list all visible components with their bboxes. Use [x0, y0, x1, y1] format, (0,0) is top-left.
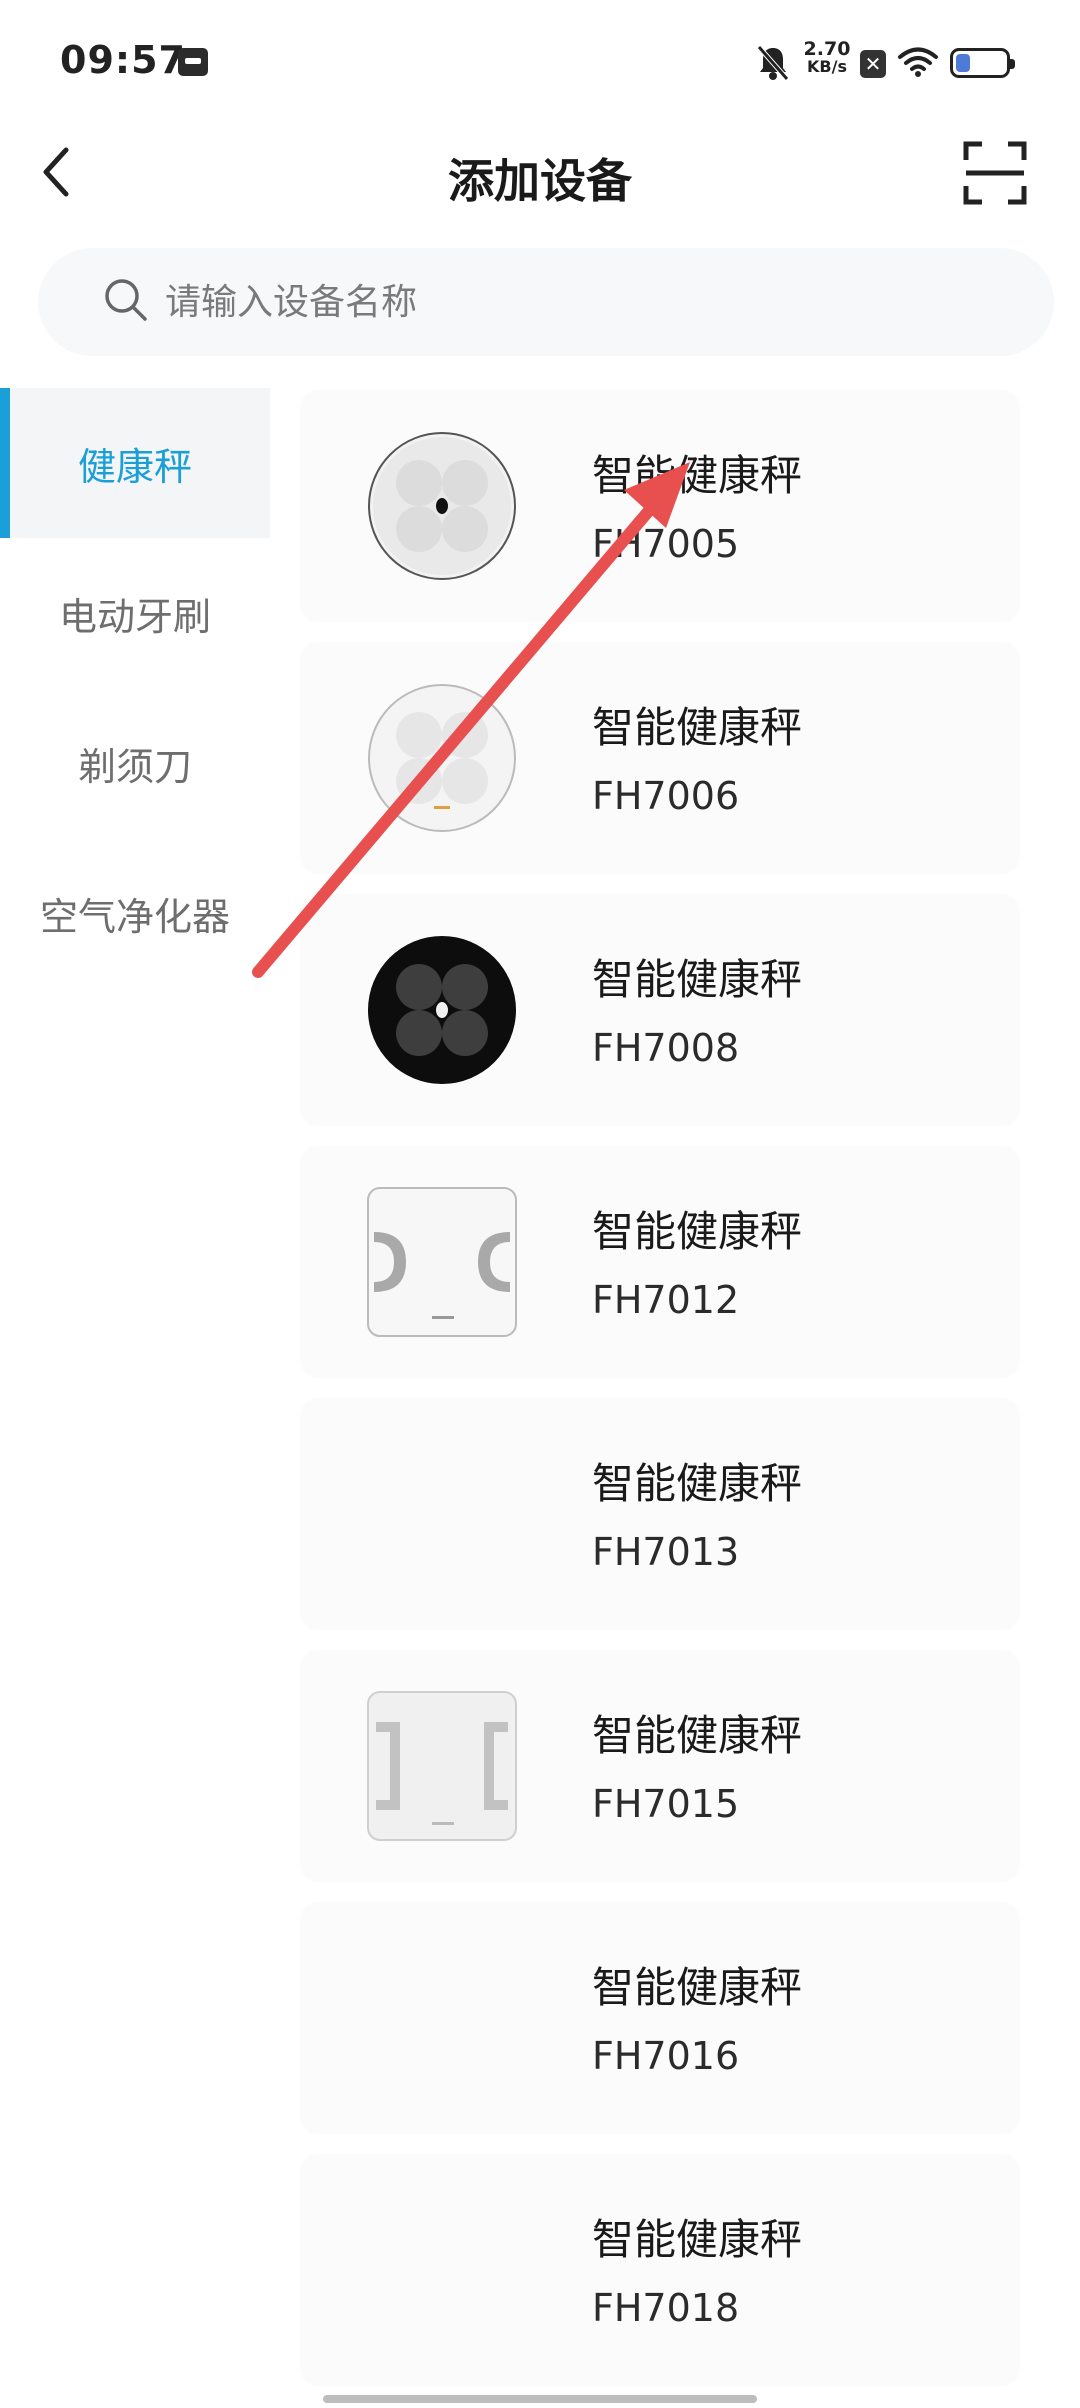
device-name: 智能健康秤	[592, 1207, 803, 1256]
category-label: 电动牙刷	[58, 594, 211, 639]
device-model: FH7005	[592, 522, 740, 566]
app-notification-icon	[178, 48, 208, 76]
device-card[interactable]: 智能健康秤 FH7012	[300, 1146, 1020, 1378]
scan-icon[interactable]	[962, 140, 1028, 206]
device-card[interactable]: 智能健康秤 FH7015	[300, 1650, 1020, 1882]
white-round-scale-image	[368, 684, 516, 832]
search-icon	[105, 279, 147, 321]
device-card[interactable]: 智能健康秤 FH7016	[300, 1902, 1020, 2134]
device-model: FH7006	[592, 774, 740, 818]
page-title: 添加设备	[448, 154, 632, 208]
net-speed: 2.70 KB/s	[802, 40, 852, 76]
white-round-scale-image	[368, 432, 516, 580]
search-input[interactable]	[163, 272, 1007, 332]
device-name: 智能健康秤	[592, 1963, 803, 2012]
black-round-scale-image	[368, 936, 516, 1084]
device-card[interactable]: 智能健康秤 FH7005	[300, 390, 1020, 622]
device-card[interactable]: 智能健康秤 FH7018	[300, 2154, 1020, 2386]
device-name: 智能健康秤	[592, 1711, 803, 1760]
device-card[interactable]: 智能健康秤 FH7013	[300, 1398, 1020, 1630]
wifi-icon	[898, 47, 938, 77]
device-name: 智能健康秤	[592, 955, 803, 1004]
home-indicator[interactable]	[323, 2395, 757, 2403]
category-sidebar: 健康秤 电动牙刷 剃须刀 空气净化器	[0, 388, 270, 988]
white-square-scale-image	[367, 1691, 517, 1841]
category-label: 健康秤	[77, 444, 192, 489]
device-card[interactable]: 智能健康秤 FH7008	[300, 894, 1020, 1126]
device-model: FH7008	[592, 1026, 740, 1070]
category-label: 剃须刀	[77, 744, 192, 789]
device-name: 智能健康秤	[592, 451, 803, 500]
status-time: 09:57	[60, 38, 186, 82]
device-name: 智能健康秤	[592, 2215, 803, 2264]
white-square-scale-image	[367, 1187, 517, 1337]
sim-disabled-icon: ✕	[860, 50, 886, 78]
net-speed-value: 2.70	[803, 38, 851, 60]
device-model: FH7013	[592, 1530, 740, 1574]
category-item-health-scale[interactable]: 健康秤	[0, 388, 270, 538]
device-model: FH7016	[592, 2034, 740, 2078]
device-card[interactable]: 智能健康秤 FH7006	[300, 642, 1020, 874]
category-label: 空气净化器	[39, 894, 230, 939]
category-item-air-purifier[interactable]: 空气净化器	[0, 838, 270, 988]
device-name: 智能健康秤	[592, 1459, 803, 1508]
status-bar: 09:57 2.70 KB/s ✕	[0, 0, 1080, 120]
search-bar[interactable]	[38, 248, 1054, 356]
device-model: FH7015	[592, 1782, 740, 1826]
device-name: 智能健康秤	[592, 703, 803, 752]
net-speed-unit: KB/s	[807, 57, 847, 76]
battery-icon	[950, 48, 1015, 78]
bell-off-icon	[757, 45, 789, 81]
category-item-electric-toothbrush[interactable]: 电动牙刷	[0, 538, 270, 688]
category-item-shaver[interactable]: 剃须刀	[0, 688, 270, 838]
device-model: FH7012	[592, 1278, 740, 1322]
device-model: FH7018	[592, 2286, 740, 2330]
